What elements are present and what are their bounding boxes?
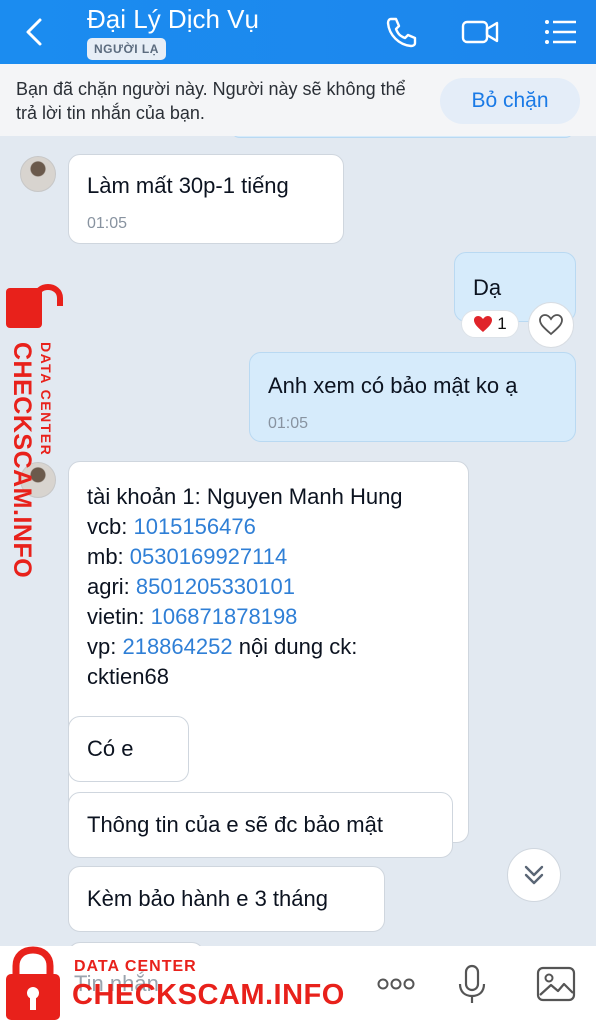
message-text: Kèm bảo hành e 3 tháng <box>87 886 328 911</box>
message-line: vp: 218864252 nội dung ck: <box>87 632 403 662</box>
react-heart-button[interactable] <box>528 302 574 348</box>
message-text: Thông tin của e sẽ đc bảo mật <box>87 812 383 837</box>
message-bubble[interactable]: Kèm bảo hành e 3 tháng <box>68 866 385 932</box>
avatar[interactable] <box>20 156 56 192</box>
chat-header: Đại Lý Dịch Vụ NGƯỜI LẠ <box>0 0 596 64</box>
phone-number-link[interactable]: 8501205330101 <box>136 574 295 599</box>
message-line: cktien68 <box>87 662 403 692</box>
message-line: vcb: 1015156476 <box>87 512 403 542</box>
unblock-button[interactable]: Bỏ chặn <box>440 78 580 124</box>
double-chevron-down-icon <box>524 865 544 885</box>
menu-list-icon[interactable] <box>540 12 580 52</box>
contact-name[interactable]: Đại Lý Dịch Vụ <box>87 4 259 35</box>
message-time: 01:05 <box>268 415 309 432</box>
message-line: tài khoản 1: Nguyen Manh Hung <box>87 482 403 512</box>
microphone-icon[interactable] <box>450 962 494 1006</box>
message-bubble[interactable]: Thông tin của e sẽ đc bảo mật <box>68 792 453 858</box>
reaction-count: 1 <box>497 314 507 333</box>
message-text: Có e <box>87 736 134 761</box>
line-label: vietin: <box>87 604 151 629</box>
watermark-side-small: DATA CENTER <box>38 342 54 457</box>
message-bubble[interactable]: Anh xem có bảo mật ko ạ 01:05 <box>249 352 576 442</box>
previous-message-bubble <box>230 136 575 138</box>
phone-number-link[interactable]: 218864252 <box>122 634 232 659</box>
image-icon[interactable] <box>534 962 578 1006</box>
phone-number-link[interactable]: 106871878198 <box>151 604 298 629</box>
message-text: Làm mất 30p-1 tiếng <box>87 173 289 198</box>
message-line: vietin: 106871878198 <box>87 602 403 632</box>
message-bubble[interactable]: Làm mất 30p-1 tiếng 01:05 <box>68 154 344 244</box>
padlock-logo-icon <box>6 284 63 328</box>
line-label: mb: <box>87 544 130 569</box>
heart-reaction-icon <box>474 316 493 332</box>
watermark-bottom: DATA CENTER CHECKSCAM.INFO <box>0 944 360 1024</box>
more-options-icon[interactable] <box>374 962 418 1006</box>
reaction-badge[interactable]: 1 <box>461 310 519 338</box>
watermark-side-big: CHECKSCAM.INFO <box>8 342 36 579</box>
message-time: 01:05 <box>87 215 128 232</box>
watermark-bottom-big: CHECKSCAM.INFO <box>72 979 345 1011</box>
watermark-side: DATA CENTER CHECKSCAM.INFO <box>2 284 64 584</box>
phone-number-link[interactable]: 0530169927114 <box>130 544 287 569</box>
line-suffix: nội dung ck: <box>232 634 358 659</box>
line-label: vcb: <box>87 514 134 539</box>
message-line: agri: 8501205330101 <box>87 572 403 602</box>
line-label: vp: <box>87 634 123 659</box>
message-bubble[interactable]: Có e <box>68 716 189 782</box>
padlock-logo-icon <box>6 946 60 1020</box>
message-text: Dạ <box>473 275 502 300</box>
back-arrow-icon[interactable] <box>18 14 54 50</box>
message-line: mb: 0530169927114 <box>87 542 403 572</box>
message-bubble[interactable]: tài khoản 1: Nguyen Manh Hung vcb: 10151… <box>68 461 469 843</box>
heart-outline-icon <box>539 314 563 336</box>
account-details-text: tài khoản 1: Nguyen Manh Hung vcb: 10151… <box>87 482 403 692</box>
line-text: cktien68 <box>87 664 169 689</box>
phone-number-link[interactable]: 1015156476 <box>133 514 255 539</box>
line-text: tài khoản 1: Nguyen Manh Hung <box>87 484 403 509</box>
video-call-icon[interactable] <box>460 12 500 52</box>
stranger-badge: NGƯỜI LẠ <box>87 38 166 60</box>
watermark-bottom-small: DATA CENTER <box>74 958 197 975</box>
line-label: agri: <box>87 574 136 599</box>
phone-icon[interactable] <box>381 12 421 52</box>
message-text: Anh xem có bảo mật ko ạ <box>268 373 518 398</box>
message-list[interactable]: Làm mất 30p-1 tiếng 01:05 Dạ Anh xem có … <box>0 136 596 946</box>
scroll-to-bottom-button[interactable] <box>507 848 561 902</box>
blocked-notice-text: Bạn đã chặn người này. Người này sẽ khôn… <box>16 79 406 123</box>
